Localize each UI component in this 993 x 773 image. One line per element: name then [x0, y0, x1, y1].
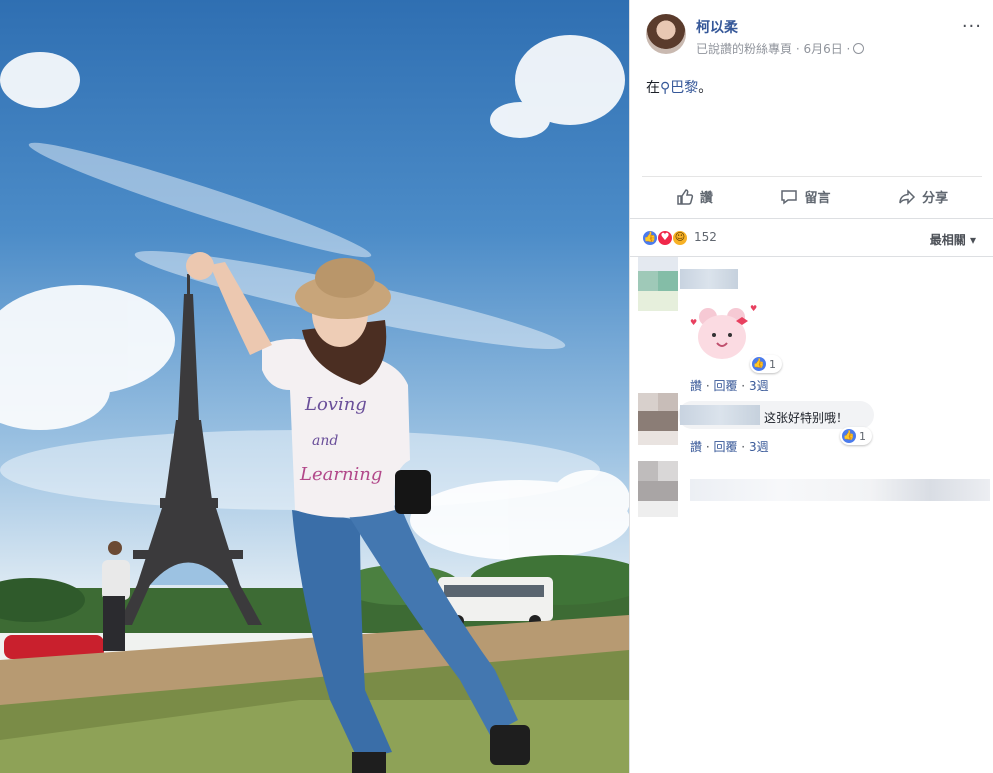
haha-reaction-icon[interactable]: ☺: [672, 230, 688, 246]
author-name[interactable]: 柯以柔: [696, 17, 738, 37]
commenter-name[interactable]: [680, 405, 760, 425]
reactions-bar: 👍 ♥ ☺ 152 最相關 ▾: [630, 218, 993, 256]
comment-label: 留言: [804, 191, 831, 206]
comment-like-count[interactable]: 👍 1: [840, 427, 872, 445]
svg-text:♥: ♥: [690, 318, 697, 327]
author-avatar[interactable]: [646, 14, 686, 54]
location-pin-icon: ⚲: [660, 80, 671, 96]
more-options-icon[interactable]: ···: [962, 18, 982, 36]
photo-illustration: Loving and Learning: [0, 35, 629, 773]
love-reaction-icon[interactable]: ♥: [657, 230, 673, 246]
post-text: 在⚲巴黎。: [646, 77, 712, 97]
post-photo[interactable]: Loving and Learning: [0, 0, 629, 773]
commenter-avatar[interactable]: [638, 393, 678, 449]
commenter-name[interactable]: [680, 269, 738, 289]
reaction-count[interactable]: 152: [694, 230, 717, 244]
comment-sort-dropdown[interactable]: 最相關 ▾: [930, 231, 976, 248]
bear-sticker-icon: ♥ ♥: [690, 304, 757, 359]
svg-text:♥: ♥: [750, 304, 757, 313]
comment-like-count-value: 1: [769, 357, 776, 371]
comment-icon: [781, 189, 798, 204]
comment-like-count[interactable]: 👍 1: [750, 355, 782, 373]
blurred-comment: [690, 479, 990, 501]
svg-text:and: and: [312, 433, 338, 449]
comment-button[interactable]: 留言: [780, 187, 830, 206]
globe-icon[interactable]: [853, 43, 865, 54]
comment-like-link[interactable]: 讚: [690, 379, 702, 393]
commenter-avatar[interactable]: [638, 461, 678, 517]
post-header: 柯以柔 已說讚的粉絲專頁 · 6月6日 · ···: [646, 14, 986, 58]
photo-viewer: Loving and Learning 柯以柔 已說讚的粉絲專頁 · 6月6日 …: [0, 0, 993, 773]
share-button[interactable]: 分享: [898, 187, 948, 206]
comment-actions: 讚 · 回覆 · 3週: [690, 440, 769, 454]
comment-list: ♥ ♥ 👍 1 讚 · 回覆 · 3週 这张好特别哦！ 👍 1 讚 · 回覆 ·…: [630, 256, 993, 517]
post-actions: 讚 留言 分享: [642, 176, 982, 216]
comment-actions: 讚 · 回覆 · 3週: [690, 379, 769, 393]
post-meta: 已說讚的粉絲專頁 · 6月6日 ·: [696, 40, 865, 57]
comment-reply-link[interactable]: 回覆: [713, 379, 737, 393]
comment-text: 这张好特别哦！: [764, 411, 849, 425]
location-link[interactable]: 巴黎: [670, 80, 698, 96]
comment-age-link[interactable]: 3週: [749, 440, 769, 454]
like-reaction-icon[interactable]: 👍: [642, 230, 658, 246]
comment-like-link[interactable]: 讚: [690, 440, 702, 454]
comment-age-link[interactable]: 3週: [749, 379, 769, 393]
post-panel: 柯以柔 已說讚的粉絲專頁 · 6月6日 · ··· 在⚲巴黎。 讚 留言 分享 …: [629, 0, 993, 773]
like-button[interactable]: 讚: [676, 187, 713, 206]
post-meta-text: 已說讚的粉絲專頁 · 6月6日 ·: [696, 42, 851, 56]
like-badge-icon: 👍: [752, 357, 766, 371]
like-badge-icon: 👍: [842, 429, 856, 443]
svg-text:Loving: Loving: [304, 394, 367, 415]
sticker: ♥ ♥: [688, 303, 758, 367]
thumbs-up-icon: [677, 188, 693, 205]
commenter-avatar[interactable]: [638, 257, 678, 313]
comment-reply-link[interactable]: 回覆: [713, 440, 737, 454]
share-label: 分享: [922, 191, 949, 206]
comment-like-count-value: 1: [859, 429, 866, 443]
svg-text:Learning: Learning: [299, 464, 382, 485]
post-text-suffix: 。: [698, 80, 713, 96]
share-icon: [899, 188, 916, 205]
comment-sort-label: 最相關: [929, 233, 966, 247]
like-label: 讚: [699, 191, 713, 206]
post-text-prefix: 在: [646, 80, 660, 96]
